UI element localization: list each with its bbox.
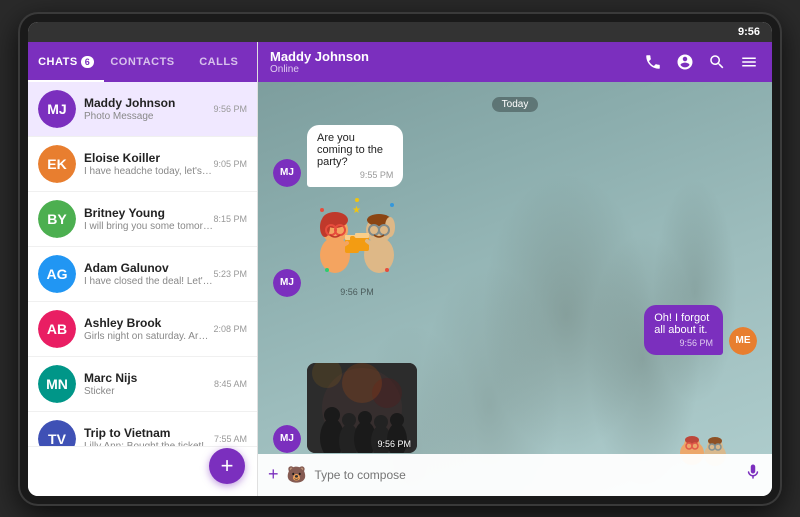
photo-time: 9:56 PM	[377, 439, 411, 449]
avatar: MN	[38, 365, 76, 403]
tab-contacts[interactable]: CONTACTS	[104, 42, 180, 82]
message-text: Are you coming to the party?	[317, 132, 383, 168]
status-bar: 9:56	[28, 22, 772, 42]
status-time: 9:56	[738, 26, 760, 38]
list-item[interactable]: MJ Maddy Johnson Photo Message 9:56 PM	[28, 82, 257, 137]
avatar: TV	[38, 420, 76, 446]
chat-name: Adam Galunov	[84, 261, 213, 275]
tab-chats[interactable]: CHATS 6	[28, 42, 104, 82]
app-content: CHATS 6 CONTACTS CALLS MJ	[28, 42, 772, 496]
compose-input[interactable]	[314, 468, 736, 482]
call-icon[interactable]	[642, 51, 664, 73]
right-panel: Maddy Johnson Online	[258, 42, 772, 496]
sender-avatar: MJ	[273, 269, 301, 297]
chat-preview: Photo Message	[84, 111, 213, 122]
chat-header-name: Maddy Johnson	[270, 49, 642, 64]
list-item[interactable]: AG Adam Galunov I have closed the deal! …	[28, 247, 257, 302]
list-item[interactable]: BY Britney Young I will bring you some t…	[28, 192, 257, 247]
message-row: Oh! I forgot all about it. 9:56 PM ME	[273, 305, 757, 355]
fab-button[interactable]: +	[209, 448, 245, 484]
chat-time: 8:45 AM	[214, 379, 247, 389]
avatar: AG	[38, 255, 76, 293]
list-item[interactable]: EK Eloise Koiller I have headche today, …	[28, 137, 257, 192]
left-panel: CHATS 6 CONTACTS CALLS MJ	[28, 42, 258, 496]
sender-avatar: MJ	[273, 425, 301, 453]
avatar: EK	[38, 145, 76, 183]
sender-avatar: ME	[729, 327, 757, 355]
chat-time: 8:15 PM	[213, 214, 247, 224]
chat-header-status: Online	[270, 64, 642, 75]
list-item[interactable]: MN Marc Nijs Sticker 8:45 AM	[28, 357, 257, 412]
chat-time: 5:23 PM	[213, 269, 247, 279]
mic-icon[interactable]	[744, 463, 762, 486]
chat-time: 9:56 PM	[213, 104, 247, 114]
add-icon[interactable]: +	[268, 464, 279, 485]
sticker-icon[interactable]: 🐻	[287, 465, 307, 485]
messages-area: Today MJ Are you coming to the party? 9:…	[258, 82, 772, 454]
message-bubble: Oh! I forgot all about it. 9:56 PM	[644, 305, 723, 355]
sender-avatar: MJ	[273, 159, 301, 187]
chat-name: Eloise Koiller	[84, 151, 213, 165]
chat-preview: Sticker	[84, 386, 214, 397]
search-icon[interactable]	[706, 51, 728, 73]
photo-message[interactable]: 9:56 PM	[307, 363, 417, 453]
chat-name: Marc Nijs	[84, 371, 214, 385]
left-panel-bottom: +	[28, 446, 257, 496]
tab-calls[interactable]: CALLS	[181, 42, 257, 82]
message-row: MJ	[273, 195, 757, 297]
list-item[interactable]: TV Trip to Vietnam Lilly Ann: Bought the…	[28, 412, 257, 446]
avatar: MJ	[38, 90, 76, 128]
sticker-image: ★	[307, 195, 407, 280]
message-row: MJ	[273, 363, 757, 453]
message-text: Oh! I forgot all about it.	[654, 312, 709, 336]
date-divider: Today	[273, 97, 757, 112]
chat-time: 9:05 PM	[213, 159, 247, 169]
avatar: BY	[38, 200, 76, 238]
chat-name: Trip to Vietnam	[84, 426, 214, 440]
tabs-bar: CHATS 6 CONTACTS CALLS	[28, 42, 257, 82]
settings-icon[interactable]	[674, 51, 696, 73]
message-time: 9:55 PM	[317, 170, 393, 180]
menu-icon[interactable]	[738, 51, 760, 73]
message-bubble: Are you coming to the party? 9:55 PM	[307, 125, 403, 187]
tablet-screen: 9:56 CHATS 6 CONTACTS CALLS	[28, 22, 772, 496]
chat-preview: I have headche today, let's meet next we…	[84, 166, 213, 177]
chat-name: Britney Young	[84, 206, 213, 220]
avatar: AB	[38, 310, 76, 348]
chat-preview: I have closed the deal! Let's celebrate!…	[84, 276, 213, 287]
chat-preview: Girls night on saturday. Are you in?	[84, 331, 213, 342]
chat-preview: I will bring you some tomorrow!	[84, 221, 213, 232]
chat-time: 2:08 PM	[213, 324, 247, 334]
chat-header: Maddy Johnson Online	[258, 42, 772, 82]
chats-badge: 6	[81, 56, 95, 68]
compose-bar: + 🐻	[258, 454, 772, 496]
chat-list: MJ Maddy Johnson Photo Message 9:56 PM E…	[28, 82, 257, 446]
date-label: Today	[492, 97, 539, 112]
message-time: 9:56 PM	[654, 338, 713, 348]
chat-name: Maddy Johnson	[84, 96, 213, 110]
chat-name: Ashley Brook	[84, 316, 213, 330]
list-item[interactable]: AB Ashley Brook Girls night on saturday.…	[28, 302, 257, 357]
sticker-time: 9:56 PM	[307, 287, 407, 297]
chat-time: 7:55 AM	[214, 434, 247, 444]
message-row: MJ Are you coming to the party? 9:55 PM	[273, 125, 757, 187]
svg-text:★: ★	[352, 205, 361, 216]
tablet-frame: 9:56 CHATS 6 CONTACTS CALLS	[20, 14, 780, 504]
